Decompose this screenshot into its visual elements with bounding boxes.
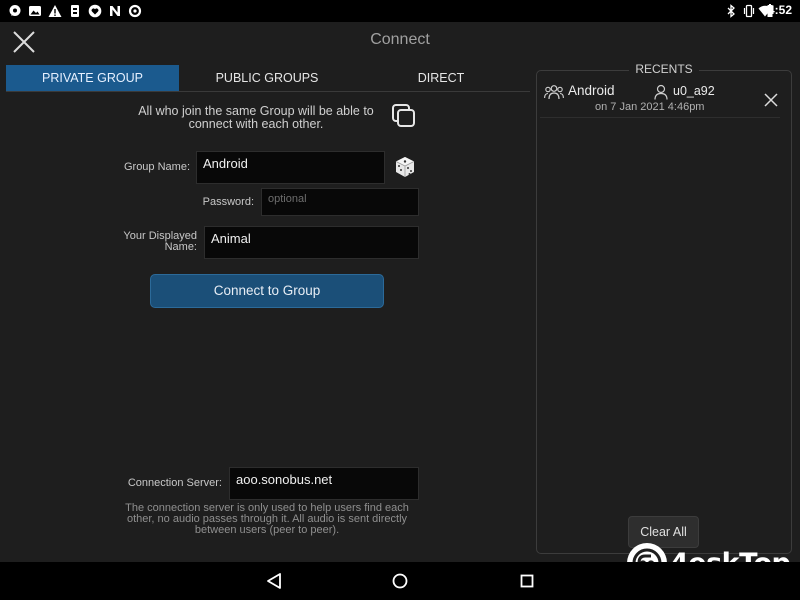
sim-icon [68,4,82,18]
password-label: Password: [202,196,254,208]
password-field[interactable]: optional [261,188,419,216]
recent-date: on 7 Jan 2021 4:46pm [595,101,705,113]
connection-server-note: The connection server is only used to he… [125,502,409,536]
home-button[interactable] [390,571,410,591]
recent-user-name: u0_a92 [673,84,715,98]
display-name-label: Your Displayed Name: [123,230,197,253]
tab-private-group[interactable]: PRIVATE GROUP [6,65,179,91]
warning-icon [48,4,62,18]
status-bar: 4:52 [0,0,800,22]
heart-icon [88,4,102,18]
back-button[interactable] [264,571,284,591]
recent-item[interactable]: Android u0_a92 on 7 Jan 2021 4:46pm [540,78,780,118]
connection-server-field[interactable]: aoo.sonobus.net [229,467,419,500]
n-icon [108,4,122,18]
tab-divider [6,91,530,92]
overview-icon[interactable] [517,571,537,591]
chat-icon [8,4,22,18]
group-info-text: All who join the same Group will be able… [138,104,374,131]
dice-icon[interactable] [393,155,417,179]
close-icon[interactable] [763,92,779,108]
bluetooth-icon [724,4,738,18]
home-icon[interactable] [390,571,410,591]
tab-direct[interactable]: DIRECT [355,65,527,91]
sync-icon [128,4,142,18]
recents-apps-button[interactable] [517,571,537,591]
vibrate-icon [742,4,756,18]
page-title: Connect [370,31,430,48]
remove-recent-button[interactable] [763,92,779,108]
clock: 4:52 [767,3,792,17]
copy-icon[interactable] [390,102,418,130]
group-icon [544,84,564,100]
clear-all-button[interactable]: Clear All [628,516,699,548]
back-icon[interactable] [264,571,284,591]
connect-screen: Connect PRIVATE GROUP PUBLIC GROUPS DIRE… [0,22,800,562]
user-icon [654,84,668,100]
connection-server-label: Connection Server: [127,477,222,489]
navigation-bar [0,562,800,600]
tab-bar: PRIVATE GROUP PUBLIC GROUPS DIRECT [6,65,530,91]
display-name-field[interactable]: Animal [204,226,419,259]
group-name-field[interactable]: Android [196,151,385,184]
recents-panel [536,70,792,554]
recent-group-name: Android [568,83,615,98]
group-name-label: Group Name: [123,161,190,173]
recents-title: RECENTS [536,62,792,76]
image-icon [28,4,42,18]
connect-to-group-button[interactable]: Connect to Group [150,274,384,308]
tab-public-groups[interactable]: PUBLIC GROUPS [179,65,355,91]
